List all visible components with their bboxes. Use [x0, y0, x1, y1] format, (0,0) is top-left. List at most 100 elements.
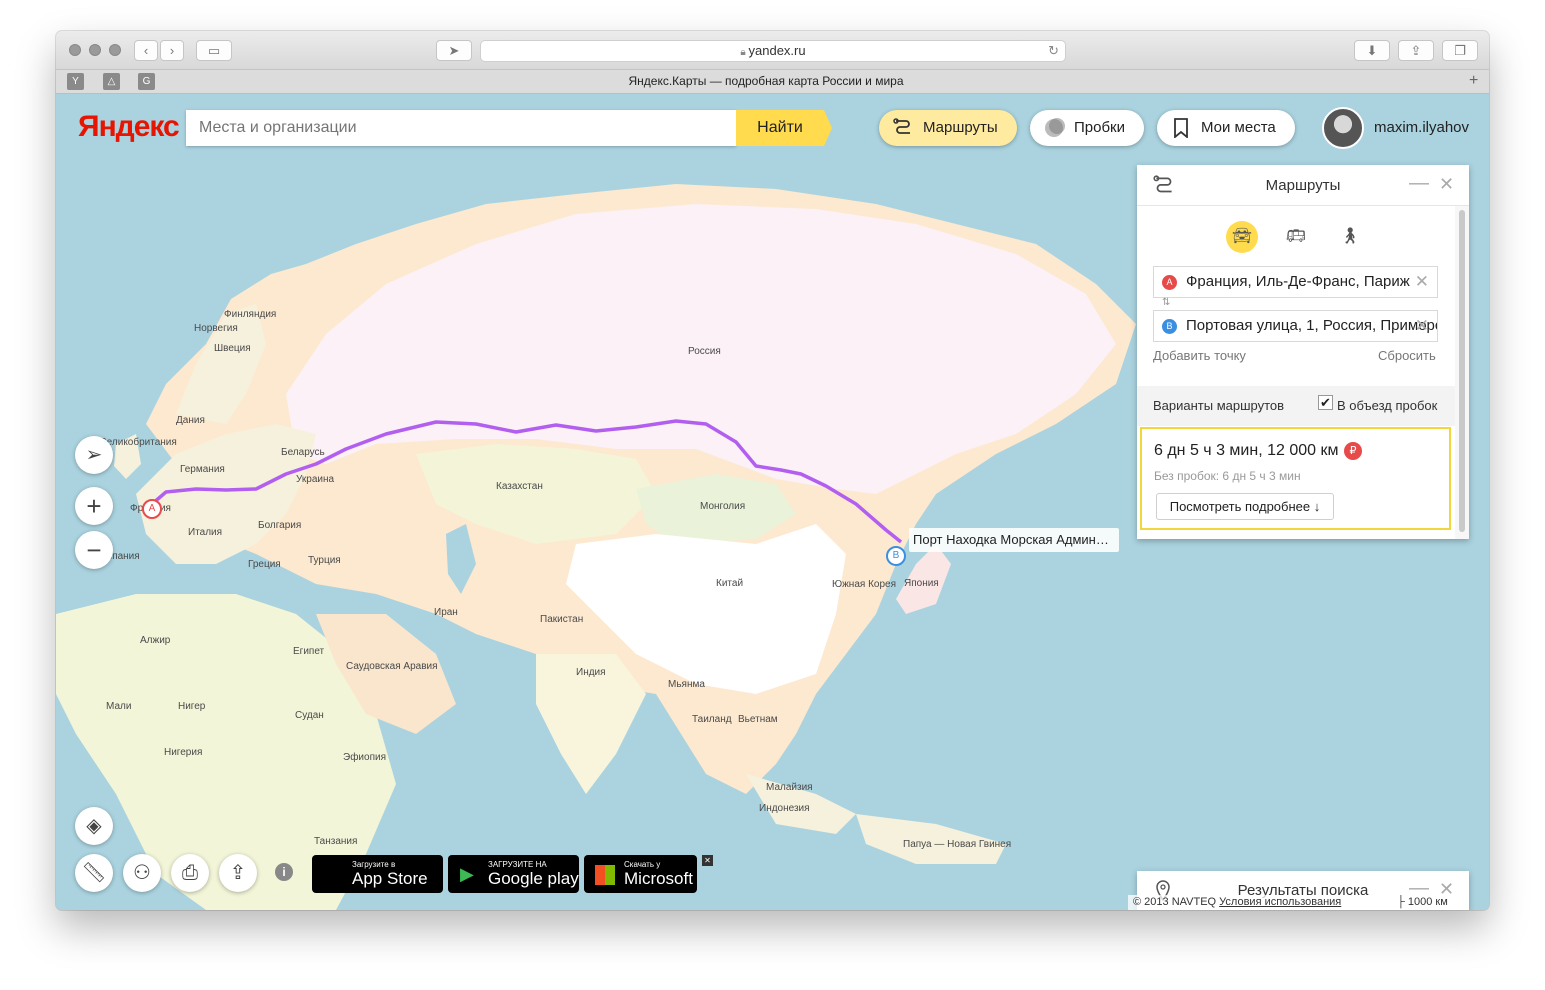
copyright-bar: © 2013 NAVTEQ Условия использования	[1128, 895, 1347, 910]
routes-button[interactable]: Маршруты	[879, 110, 1017, 146]
bird-icon: ➤	[448, 43, 460, 58]
close-panel-button[interactable]: ✕	[1439, 174, 1454, 195]
swap-points-button[interactable]: ⇅	[1162, 297, 1170, 308]
car-icon: 🚘︎	[1231, 228, 1253, 245]
store-big-text: Microsoft	[624, 869, 693, 888]
google-play-badge[interactable]: ▶ ЗАГРУЗИТЕ НА Google play	[448, 855, 579, 893]
terms-link[interactable]: Условия использования	[1219, 896, 1341, 908]
share-button[interactable]: ⇪	[1398, 40, 1434, 61]
minimize-panel-button[interactable]: —	[1409, 172, 1429, 195]
windows-icon	[595, 865, 615, 885]
back-button[interactable]: ‹	[134, 40, 158, 61]
variants-label: Варианты маршрутов	[1153, 398, 1285, 413]
zoom-in-button[interactable]: +	[75, 487, 113, 525]
map-label: Финляндия	[224, 309, 277, 320]
find-button[interactable]: Найти	[736, 110, 832, 146]
scale-bar: ├ 1000 км	[1391, 895, 1454, 910]
route-card[interactable]: 6 дн 5 ч 3 мин, 12 000 км ₽ Без пробок: …	[1140, 427, 1451, 530]
search-input[interactable]	[186, 110, 736, 146]
store-big-text: App Store	[352, 869, 428, 888]
clear-from-button[interactable]: ✕	[1415, 267, 1429, 297]
scrollbar-thumb[interactable]	[1459, 210, 1465, 532]
zoom-out-button[interactable]: −	[75, 531, 113, 569]
logo-rest: ндекс	[98, 110, 180, 143]
share-reading-button[interactable]: ➤	[436, 40, 472, 61]
bookmark-yandex-icon[interactable]: Y	[67, 73, 84, 90]
print-button[interactable]: ⎙	[171, 854, 209, 892]
new-tab-button[interactable]: +	[1469, 72, 1478, 90]
tab-title[interactable]: Яндекс.Карты — подробная карта России и …	[176, 74, 1356, 88]
point-b-badge: B	[1162, 319, 1177, 334]
layers-button[interactable]: ◈	[75, 807, 113, 845]
mode-transit-button[interactable]: 🚌︎	[1280, 221, 1312, 253]
route-end-marker[interactable]: B	[886, 546, 906, 566]
bookmark-drive-icon[interactable]: △	[103, 73, 120, 90]
minimize-window-button[interactable]	[89, 44, 101, 56]
stores-close-button[interactable]: ✕	[702, 855, 713, 866]
downloads-button[interactable]: ⬇	[1354, 40, 1390, 61]
plus-icon: +	[1469, 72, 1479, 89]
address-bar[interactable]: 🔒︎ yandex.ru ↻	[480, 40, 1066, 62]
panorama-button[interactable]: ⚇	[123, 854, 161, 892]
store-small-text: Загрузите в	[352, 860, 396, 869]
yandex-logo[interactable]: Яндекс	[78, 110, 180, 144]
panel-scrollbar[interactable]	[1455, 206, 1469, 539]
tab-bar: Y △ G Яндекс.Карты — подробная карта Рос…	[56, 70, 1489, 94]
map-label: Монголия	[700, 501, 746, 512]
map-label: Китай	[716, 578, 744, 589]
username[interactable]: maxim.ilyahov	[1374, 119, 1469, 136]
route-details-button[interactable]: Посмотреть подробнее ↓	[1156, 493, 1334, 520]
info-button[interactable]: i	[275, 863, 293, 881]
sidebar-toggle-button[interactable]: ▭	[196, 40, 232, 61]
browser-window: ‹ › ▭ ➤ 🔒︎ yandex.ru ↻ ⬇ ⇪ ❐ Y △ G Яндек…	[56, 31, 1489, 910]
map-label: Саудовская Аравия	[346, 661, 438, 672]
share-icon: ⇪	[1410, 43, 1422, 58]
mode-walk-button[interactable]: 🚶︎	[1334, 221, 1366, 253]
map-label: Япония	[904, 578, 939, 589]
map-label: Болгария	[258, 520, 302, 531]
add-point-link[interactable]: Добавить точку	[1153, 348, 1246, 363]
share-map-button[interactable]: ⇪	[219, 854, 257, 892]
close-window-button[interactable]	[69, 44, 81, 56]
tabs-overview-button[interactable]: ❐	[1442, 40, 1478, 61]
geolocation-button[interactable]: ➢	[75, 436, 113, 474]
avatar[interactable]	[1322, 107, 1364, 149]
avoid-traffic-checkbox[interactable]: ✔	[1318, 395, 1333, 410]
route-summary: 6 дн 5 ч 3 мин, 12 000 км	[1154, 442, 1339, 459]
map-label: Алжир	[140, 635, 171, 646]
map-label: Турция	[308, 555, 341, 566]
map-label: Казахстан	[496, 481, 543, 492]
to-field[interactable]: B Портовая улица, 1, Россия, Приморский …	[1153, 310, 1438, 342]
app-store-badge[interactable]: Загрузите в App Store	[312, 855, 443, 893]
bookmark-g-icon[interactable]: G	[138, 73, 155, 90]
map-label: Таиланд	[692, 714, 732, 725]
printer-icon: ⎙	[182, 862, 198, 884]
scale-text: 1000 км	[1407, 896, 1448, 908]
my-places-button[interactable]: Мои места	[1157, 110, 1295, 146]
from-field[interactable]: A Франция, Иль-Де-Франс, Париж ✕	[1153, 266, 1438, 298]
share-icon: ⇪	[229, 862, 247, 884]
map-label: Италия	[188, 527, 223, 538]
microsoft-badge[interactable]: Скачать у Microsoft	[584, 855, 697, 893]
reload-icon[interactable]: ↻	[1048, 41, 1059, 61]
map-label: Нигерия	[164, 747, 203, 758]
download-icon: ⬇	[1366, 43, 1378, 58]
traffic-button[interactable]: Пробки	[1030, 110, 1144, 146]
ruler-button[interactable]: 📏︎	[75, 854, 113, 892]
map-label: Судан	[295, 710, 324, 721]
play-icon: ▶	[460, 864, 474, 884]
zoom-window-button[interactable]	[109, 44, 121, 56]
map-label: Иран	[434, 607, 458, 618]
store-small-text: ЗАГРУЗИТЕ НА	[488, 860, 547, 869]
mode-car-button[interactable]: 🚘︎	[1226, 221, 1258, 253]
destination-label[interactable]: Порт Находка Морская Админ…	[909, 528, 1119, 552]
logo-letter: Я	[78, 110, 100, 143]
info-icon: i	[282, 865, 286, 879]
map-label: Дания	[176, 415, 205, 426]
destination-text: Порт Находка Морская Админ…	[913, 532, 1109, 547]
forward-button[interactable]: ›	[160, 40, 184, 61]
route-start-marker[interactable]: A	[142, 499, 162, 519]
map-canvas[interactable]: Финляндия Норвегия Швеция Дания Великобр…	[56, 94, 1489, 910]
reset-link[interactable]: Сбросить	[1378, 348, 1436, 363]
clear-to-button[interactable]: ✕	[1415, 311, 1429, 341]
